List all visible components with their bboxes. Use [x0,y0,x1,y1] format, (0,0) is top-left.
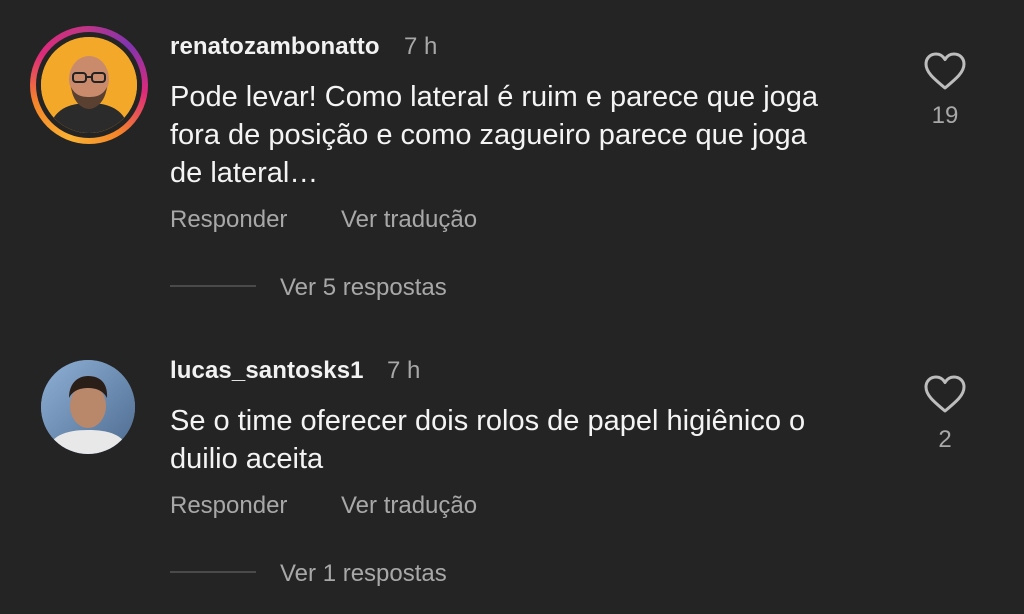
heart-outline-icon[interactable] [923,374,967,414]
view-replies-button[interactable]: Ver 5 respostas [280,274,447,302]
comment-username[interactable]: lucas_santosks1 [170,357,364,385]
comment-item: renatozambonatto 7 h Pode levar! Como la… [0,0,1024,330]
like-count: 19 [931,102,959,129]
avatar[interactable] [30,26,148,144]
view-replies-button[interactable]: Ver 1 respostas [280,560,447,588]
comment-username[interactable]: renatozambonatto [170,33,380,61]
like-count: 2 [938,426,952,453]
avatar[interactable] [41,360,135,454]
see-translation-button[interactable]: Ver tradução [341,206,477,234]
comment-timestamp: 7 h [387,357,421,384]
comment-text: Se o time oferecer dois rolos de papel h… [170,402,870,478]
avatar-image [41,37,137,133]
heart-outline-icon[interactable] [923,51,967,91]
comment-text-line: Pode levar! Como lateral é ruim e parece… [170,81,819,113]
comment-text-line: Se o time oferecer dois rolos de papel h… [170,405,806,437]
comment-text-line: fora de posição e como zagueiro parece q… [170,119,807,151]
comment-text: Pode levar! Como lateral é ruim e parece… [170,78,870,192]
comment-timestamp: 7 h [404,33,438,60]
person-silhouette-icon [41,360,135,454]
comment-text-line: de lateral… [170,157,319,189]
reply-button[interactable]: Responder [170,492,287,520]
comment-text-line: duilio aceita [170,443,324,475]
reply-button[interactable]: Responder [170,206,287,234]
replies-divider [170,571,256,573]
person-silhouette-icon [41,37,137,133]
replies-divider [170,285,256,287]
see-translation-button[interactable]: Ver tradução [341,492,477,520]
